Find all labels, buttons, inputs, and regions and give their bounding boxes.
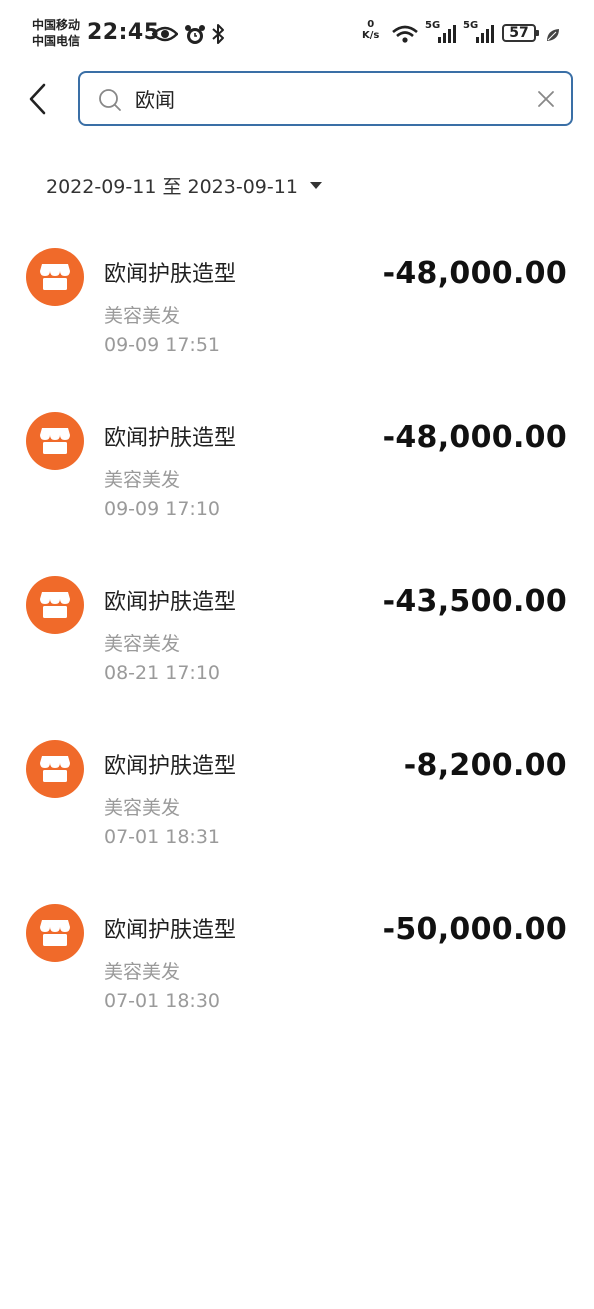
merchant-icon bbox=[26, 740, 84, 798]
date-range-label: 2022-09-11 至 2023-09-11 bbox=[46, 175, 298, 198]
net-speed-unit: K/s bbox=[362, 30, 380, 41]
transaction-category: 美容美发 bbox=[104, 797, 181, 819]
transaction-time: 08-21 17:10 bbox=[104, 662, 221, 684]
transaction-amount: -48,000.00 bbox=[382, 256, 567, 291]
signal-2-label: 5G bbox=[463, 20, 479, 31]
net-speed-value: 0 bbox=[367, 19, 375, 30]
back-button[interactable] bbox=[22, 80, 58, 118]
transaction-item[interactable]: 欧闻护肤造型 美容美发 09-09 17:51 -48,000.00 bbox=[0, 244, 594, 394]
date-range-filter[interactable]: 2022-09-11 至 2023-09-11 bbox=[46, 170, 322, 200]
merchant-name: 欧闻护肤造型 bbox=[104, 918, 237, 943]
transaction-time: 07-01 18:30 bbox=[104, 990, 221, 1012]
close-icon bbox=[535, 91, 557, 114]
wifi-icon bbox=[390, 24, 420, 48]
transaction-item[interactable]: 欧闻护肤造型 美容美发 07-01 18:31 -8,200.00 bbox=[0, 736, 594, 886]
battery-indicator: 57 bbox=[502, 24, 539, 42]
status-time: 22:45 bbox=[87, 20, 160, 45]
search-input[interactable] bbox=[135, 73, 515, 124]
carrier-2: 中国电信 bbox=[32, 34, 81, 48]
merchant-name: 欧闻护肤造型 bbox=[104, 590, 237, 615]
merchant-name: 欧闻护肤造型 bbox=[104, 754, 237, 779]
transaction-time: 09-09 17:51 bbox=[104, 334, 221, 356]
merchant-icon bbox=[26, 904, 84, 962]
merchant-icon bbox=[26, 412, 84, 470]
transaction-amount: -8,200.00 bbox=[403, 748, 567, 783]
transaction-amount: -50,000.00 bbox=[382, 912, 567, 947]
transaction-category: 美容美发 bbox=[104, 469, 181, 491]
transaction-category: 美容美发 bbox=[104, 305, 181, 327]
transaction-item[interactable]: 欧闻护肤造型 美容美发 08-21 17:10 -43,500.00 bbox=[0, 572, 594, 722]
transaction-category: 美容美发 bbox=[104, 961, 181, 983]
merchant-name: 欧闻护肤造型 bbox=[104, 262, 237, 287]
bluetooth-icon bbox=[211, 23, 225, 49]
signal-1-label: 5G bbox=[425, 20, 441, 31]
transaction-amount: -48,000.00 bbox=[382, 420, 567, 455]
search-icon bbox=[98, 88, 122, 116]
leaf-icon bbox=[546, 27, 560, 46]
carrier-labels: 中国移动 中国电信 bbox=[32, 17, 80, 49]
transaction-item[interactable]: 欧闻护肤造型 美容美发 09-09 17:10 -48,000.00 bbox=[0, 408, 594, 558]
transaction-category: 美容美发 bbox=[104, 633, 181, 655]
status-bar: 中国移动 中国电信 22:45 0 K/s 5G 5G 57 bbox=[0, 0, 594, 60]
network-speed: 0 K/s bbox=[362, 19, 379, 41]
caret-down-icon bbox=[309, 181, 322, 189]
merchant-icon bbox=[26, 248, 84, 306]
merchant-name: 欧闻护肤造型 bbox=[104, 426, 237, 451]
transaction-item[interactable]: 欧闻护肤造型 美容美发 07-01 18:30 -50,000.00 bbox=[0, 900, 594, 1050]
merchant-icon bbox=[26, 576, 84, 634]
transaction-time: 09-09 17:10 bbox=[104, 498, 221, 520]
carrier-1: 中国移动 bbox=[32, 18, 81, 32]
chevron-left-icon bbox=[22, 83, 58, 122]
alarm-icon bbox=[184, 24, 206, 50]
eye-icon bbox=[151, 25, 179, 47]
transaction-time: 07-01 18:31 bbox=[104, 826, 221, 848]
search-bar[interactable] bbox=[78, 71, 573, 126]
clear-search-button[interactable] bbox=[535, 88, 557, 110]
transaction-amount: -43,500.00 bbox=[382, 584, 567, 619]
